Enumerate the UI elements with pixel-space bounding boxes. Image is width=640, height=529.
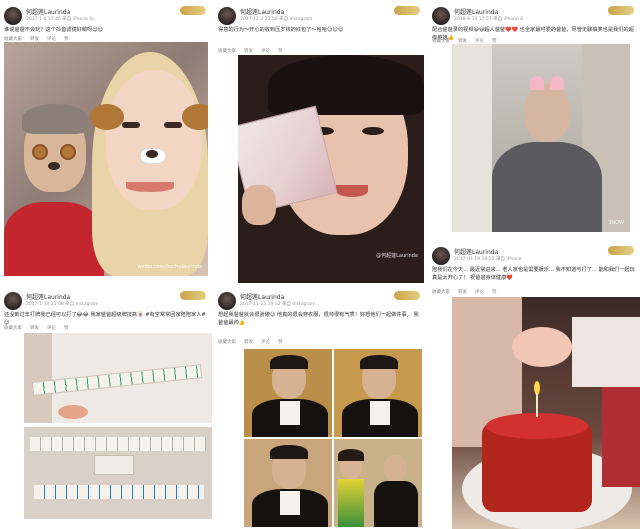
post-photo[interactable] <box>334 439 422 527</box>
watermark: weibo.com/hochulaurinda <box>137 264 202 270</box>
post-photo[interactable]: SNOW <box>452 44 630 232</box>
badge-icon <box>180 291 206 300</box>
badge-icon <box>394 6 420 15</box>
woman-figure <box>86 52 208 276</box>
avatar[interactable] <box>4 292 22 310</box>
post-actions: 收藏大家 转发 评论 赞 <box>432 289 505 295</box>
post-text: 谁说爸爸不会玩？这个抖音滤镜好萌呀😊😊 <box>4 27 104 33</box>
watermark: SNOW <box>608 220 624 226</box>
action-1[interactable]: 转发 <box>458 39 467 44</box>
post-photo[interactable] <box>452 297 640 529</box>
post-card: 何超莲Laurinda 2017-11-15 19:32 来自 Instagra… <box>214 285 426 529</box>
badge-icon <box>608 6 634 15</box>
action-2[interactable]: 评论 <box>475 290 484 295</box>
man-figure <box>492 76 602 232</box>
action-2[interactable]: 评论 <box>261 340 270 345</box>
post-text: 得意的行为～开心的收到压岁钱的红包了～哈哈😊😊😊 <box>218 27 344 33</box>
watermark: @何超莲Laurinda <box>376 253 418 259</box>
action-2[interactable]: 评论 <box>47 326 56 331</box>
avatar[interactable] <box>218 7 236 25</box>
action-0[interactable]: 收藏大家 <box>218 340 236 345</box>
badge-icon <box>394 291 420 300</box>
post-username[interactable]: 何超莲Laurinda <box>454 7 498 16</box>
badge-icon <box>180 6 206 15</box>
post-username[interactable]: 何超莲Laurinda <box>26 292 70 301</box>
mahjong-tiles <box>31 364 203 396</box>
post-actions: 收藏大家 转发 评论 赞 <box>218 48 291 54</box>
post-card: 何超莲Laurinda 2018-8-13 17:57 来自 iPhone 8 … <box>428 0 640 238</box>
post-card: 何超莲Laurinda 2017-1-4 17:46 来自 iPhone 6s … <box>0 0 212 283</box>
action-2[interactable]: 评论 <box>261 49 270 54</box>
action-1[interactable]: 转发 <box>30 326 39 331</box>
post-photo[interactable] <box>244 439 332 527</box>
post-photo[interactable] <box>24 333 212 423</box>
badge-icon <box>608 246 634 255</box>
action-0[interactable]: 收藏大家 <box>4 37 22 42</box>
action-1[interactable]: 转发 <box>244 340 253 345</box>
mahjong-tiles <box>30 437 206 451</box>
post-meta: 2017-1-4 17:46 来自 iPhone 6s <box>26 17 95 22</box>
avatar[interactable] <box>432 247 450 265</box>
post-card: 何超莲Laurinda 2017-1-19 21:08 来自 Instagram… <box>0 285 212 529</box>
action-1[interactable]: 转发 <box>30 37 39 42</box>
action-3[interactable]: 赞 <box>278 340 283 345</box>
action-2[interactable]: 评论 <box>475 39 484 44</box>
post-card: 何超莲Laurinda 2017-12-3 23:58 来自 Instagram… <box>214 0 426 283</box>
mahjong-tiles <box>34 485 204 499</box>
action-3[interactable]: 赞 <box>492 290 497 295</box>
action-2[interactable]: 评论 <box>47 37 56 42</box>
avatar[interactable] <box>218 292 236 310</box>
post-photo[interactable] <box>334 349 422 437</box>
post-username[interactable]: 何超莲Laurinda <box>240 7 284 16</box>
action-3[interactable]: 赞 <box>64 37 69 42</box>
avatar[interactable] <box>432 7 450 25</box>
action-0[interactable]: 收藏大家 <box>218 49 236 54</box>
post-actions: 收藏大家 转发 评论 赞 <box>432 38 505 44</box>
post-text: 陪我们在今天... 最近常进来... 老人家也是需要娱乐... 我不知道与打了.… <box>432 267 635 281</box>
post-actions: 收藏大家 转发 评论 赞 <box>4 36 77 42</box>
action-0[interactable]: 收藏大家 <box>432 39 450 44</box>
post-card: 何超莲Laurinda 2017-01-19 19:22 来自 iPhone 陪… <box>428 240 640 529</box>
post-photo[interactable] <box>24 427 212 519</box>
post-username[interactable]: 何超莲Laurinda <box>240 292 284 301</box>
post-meta: 2017-01-19 19:22 来自 iPhone <box>454 257 522 262</box>
post-actions: 收藏大家 转发 评论 赞 <box>4 325 77 331</box>
action-3[interactable]: 赞 <box>278 49 283 54</box>
post-username[interactable]: 何超莲Laurinda <box>26 7 70 16</box>
action-0[interactable]: 收藏大家 <box>4 326 22 331</box>
post-meta: 2017-12-3 23:58 来自 Instagram <box>240 17 313 22</box>
action-1[interactable]: 转发 <box>244 49 253 54</box>
post-text: 想起我爸爸就会很骄傲😊 他真的很会穿衣服，很帅很有气质！好想他们一起做件事。 我… <box>218 312 419 326</box>
action-3[interactable]: 赞 <box>492 39 497 44</box>
post-photo[interactable]: @何超莲Laurinda <box>238 55 424 283</box>
action-3[interactable]: 赞 <box>64 326 69 331</box>
avatar[interactable] <box>4 7 22 25</box>
post-meta: 2017-11-15 19:32 来自 Instagram <box>240 302 316 307</box>
post-username[interactable]: 何超莲Laurinda <box>454 247 498 256</box>
post-actions: 收藏大家 转发 评论 赞 <box>218 339 291 345</box>
post-photo[interactable]: weibo.com/hochulaurinda <box>4 42 208 276</box>
post-meta: 2017-1-19 21:08 来自 Instagram <box>26 302 99 307</box>
action-0[interactable]: 收藏大家 <box>432 290 450 295</box>
action-1[interactable]: 转发 <box>458 290 467 295</box>
post-meta: 2018-8-13 17:57 来自 iPhone 8 <box>454 17 524 22</box>
post-photo[interactable] <box>244 349 332 437</box>
